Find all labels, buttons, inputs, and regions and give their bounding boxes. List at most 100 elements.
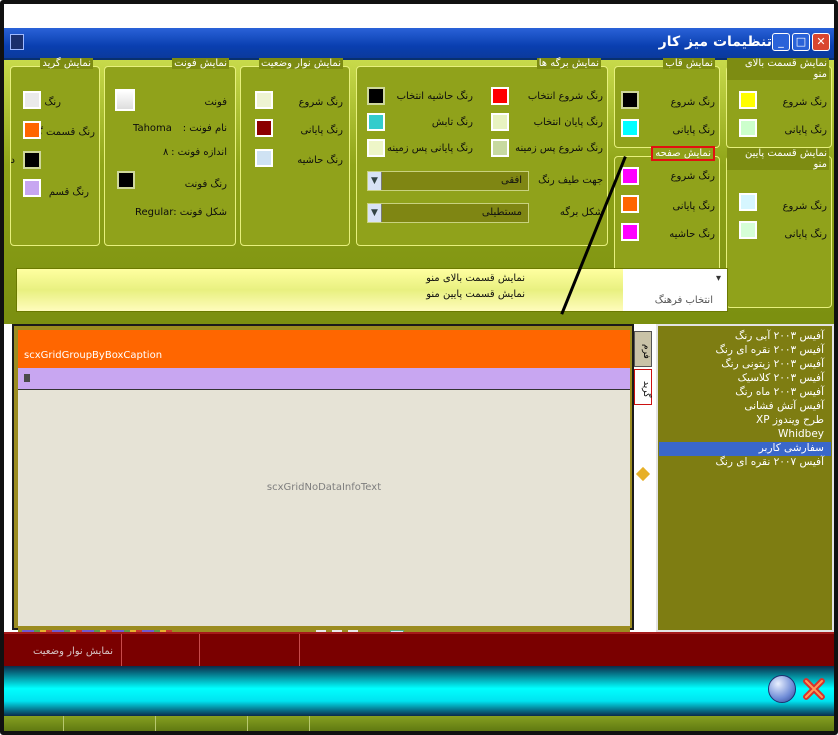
tab-form[interactable]: فرم bbox=[634, 331, 652, 367]
grid-swatch-3[interactable] bbox=[23, 151, 41, 169]
end-color-label: رنگ پایانی bbox=[672, 125, 715, 136]
status-segment-2 bbox=[122, 634, 200, 668]
grid-color-label-2: رنگ قسم bbox=[48, 187, 89, 198]
bg-start-swatch[interactable] bbox=[491, 139, 509, 157]
end-color-swatch[interactable] bbox=[739, 221, 757, 239]
font-style-label: شکل فونت : bbox=[173, 207, 227, 218]
grid-color-swatch[interactable] bbox=[23, 91, 41, 109]
grid-indicator-icon bbox=[24, 374, 30, 382]
theme-item[interactable]: طرح ویندوز XP bbox=[756, 414, 824, 426]
border-color-swatch[interactable] bbox=[255, 149, 273, 167]
theme-item[interactable]: آفیس ۲۰۰۳ ماه رنگ bbox=[735, 386, 824, 398]
group-title: نمایش قسمت پایین منو bbox=[727, 148, 829, 170]
theme-item[interactable]: Whidbey bbox=[778, 428, 824, 440]
statusbar-group: نمایش نوار وضعیت رنگ شروع رنگ پایانی رنگ… bbox=[240, 58, 350, 246]
theme-item[interactable]: سفارشی کاربر bbox=[759, 442, 824, 454]
theme-item[interactable]: آفیس ۲۰۰۳ آبی رنگ bbox=[735, 330, 824, 342]
chevron-down-icon[interactable]: ▾ bbox=[716, 273, 721, 284]
theme-item[interactable]: آفیس آتش فشانی bbox=[744, 400, 824, 412]
sheet-shape-label: شکل برگه bbox=[559, 207, 603, 218]
border-color-swatch[interactable] bbox=[621, 223, 639, 241]
end-color-swatch[interactable] bbox=[621, 195, 639, 213]
start-color-label: رنگ شروع bbox=[782, 201, 827, 212]
bg-end-swatch[interactable] bbox=[367, 139, 385, 157]
gradient-direction-select[interactable]: ▼ افقی bbox=[367, 171, 529, 191]
theme-item[interactable]: آفیس ۲۰۰۳ کلاسیک bbox=[738, 372, 824, 384]
culture-line-2: نمایش قسمت پایین منو bbox=[426, 289, 525, 300]
window-statusbar bbox=[4, 716, 834, 731]
grid-body: scxGridNoDataInfoText bbox=[18, 390, 630, 626]
theme-item[interactable]: آفیس ۲۰۰۳ نقره ای رنگ bbox=[716, 344, 824, 356]
culture-label: انتخاب فرهنگ bbox=[654, 295, 713, 306]
minimize-button[interactable]: _ bbox=[772, 33, 790, 51]
end-color-swatch[interactable] bbox=[621, 119, 639, 137]
font-color-label: رنگ فونت bbox=[184, 179, 227, 190]
gradient-direction-value: افقی bbox=[501, 175, 522, 186]
bg-end-label: رنگ پایانی پس زمینه bbox=[387, 143, 473, 154]
theme-list[interactable]: آفیس ۲۰۰۳ آبی رنگ آفیس ۲۰۰۳ نقره ای رنگ آف… bbox=[656, 324, 834, 632]
close-button[interactable]: ✕ bbox=[812, 33, 830, 51]
side-tabs: فرم گرید bbox=[634, 329, 654, 629]
bg-start-label: رنگ شروع پس زمینه bbox=[515, 143, 603, 154]
theme-item[interactable]: آفیس ۲۰۰۷ نقره ای رنگ bbox=[716, 456, 824, 468]
start-color-swatch[interactable] bbox=[739, 91, 757, 109]
start-color-swatch[interactable] bbox=[739, 193, 757, 211]
cancel-button[interactable] bbox=[800, 675, 828, 703]
end-color-swatch[interactable] bbox=[739, 119, 757, 137]
font-name-label: نام فونت : bbox=[182, 123, 227, 134]
chevron-down-icon[interactable]: ▼ bbox=[368, 204, 382, 222]
pencil-icon[interactable] bbox=[635, 466, 651, 482]
shine-swatch[interactable] bbox=[367, 113, 385, 131]
culture-line-1: نمایش قسمت بالای منو bbox=[426, 273, 525, 284]
end-color-label: رنگ پایانی bbox=[672, 201, 715, 212]
grid-section-swatch[interactable] bbox=[23, 121, 41, 139]
culture-preview: نمایش قسمت بالای منو نمایش قسمت پایین من… bbox=[17, 269, 623, 311]
screenshot-frame: تنظیمات میز کار ✕ □ _ نمایش قسمت بالای م… bbox=[0, 0, 838, 735]
group-title: نمایش فونت bbox=[172, 58, 229, 69]
sheet-shape-select[interactable]: ▼ مستطیلی bbox=[367, 203, 529, 223]
group-title: نمایش صفحه bbox=[651, 146, 715, 161]
select-start-label: رنگ شروع انتخاب bbox=[527, 91, 603, 102]
maximize-button[interactable]: □ bbox=[792, 33, 810, 51]
grid-label-2: د bbox=[10, 155, 15, 166]
sheets-group: نمایش برگه ها رنگ شروع انتخاب رنگ پایان … bbox=[356, 58, 608, 246]
font-group: نمایش فونت فونت نام فونت : Tahoma اندازه… bbox=[104, 58, 236, 246]
theme-item[interactable]: آفیس ۲۰۰۳ زیتونی رنگ bbox=[721, 358, 824, 370]
foot-seg-1 bbox=[4, 716, 64, 731]
group-title: نمایش نوار وضعیت bbox=[258, 58, 343, 69]
end-color-label: رنگ پایانی bbox=[300, 125, 343, 136]
ok-button[interactable] bbox=[768, 675, 796, 703]
start-color-label: رنگ شروع bbox=[670, 97, 715, 108]
group-title: نمایش برگه ها bbox=[536, 58, 601, 69]
statusbar-preview: نمایش نوار وضعیت bbox=[4, 632, 834, 668]
foot-seg-4 bbox=[248, 716, 310, 731]
bottom-menu-group: نمایش قسمت پایین منو رنگ شروع رنگ پایانی bbox=[726, 148, 832, 308]
border-color-label: رنگ حاشیه bbox=[297, 155, 343, 166]
chevron-down-icon[interactable]: ▼ bbox=[368, 172, 382, 190]
select-border-swatch[interactable] bbox=[367, 87, 385, 105]
gradient-direction-label: جهت طیف رنگ bbox=[538, 175, 603, 186]
select-start-swatch[interactable] bbox=[491, 87, 509, 105]
start-color-swatch[interactable] bbox=[255, 91, 273, 109]
group-title: نمایش گرید bbox=[40, 58, 93, 69]
window-title: تنظیمات میز کار bbox=[658, 34, 772, 50]
group-caption: scxGridGroupByBoxCaption bbox=[24, 350, 163, 361]
end-color-swatch[interactable] bbox=[255, 119, 273, 137]
grid-group: نمایش گرید رنگ رنگ قسمت گ د رنگ قسم bbox=[10, 58, 100, 246]
select-end-label: رنگ پایان انتخاب bbox=[533, 117, 603, 128]
font-color-swatch[interactable] bbox=[117, 171, 135, 189]
tab-grid[interactable]: گرید bbox=[634, 369, 652, 405]
select-end-swatch[interactable] bbox=[491, 113, 509, 131]
status-segment-3 bbox=[200, 634, 300, 668]
foot-seg-2 bbox=[64, 716, 156, 731]
start-color-swatch[interactable] bbox=[621, 167, 639, 185]
grid-color-label: رنگ bbox=[44, 97, 61, 108]
start-color-swatch[interactable] bbox=[621, 91, 639, 109]
font-label: فونت bbox=[204, 97, 227, 108]
grid-swatch-4[interactable] bbox=[23, 179, 41, 197]
font-size-label: اندازه فونت : bbox=[171, 147, 227, 158]
top-menu-group: نمایش قسمت بالای منو رنگ شروع رنگ پایانی bbox=[726, 58, 832, 148]
font-picker[interactable] bbox=[115, 89, 135, 111]
window-titlebar: تنظیمات میز کار ✕ □ _ bbox=[4, 28, 834, 60]
grid-preview: scxGridGroupByBoxCaption scxGridNoDataIn… bbox=[12, 324, 634, 648]
